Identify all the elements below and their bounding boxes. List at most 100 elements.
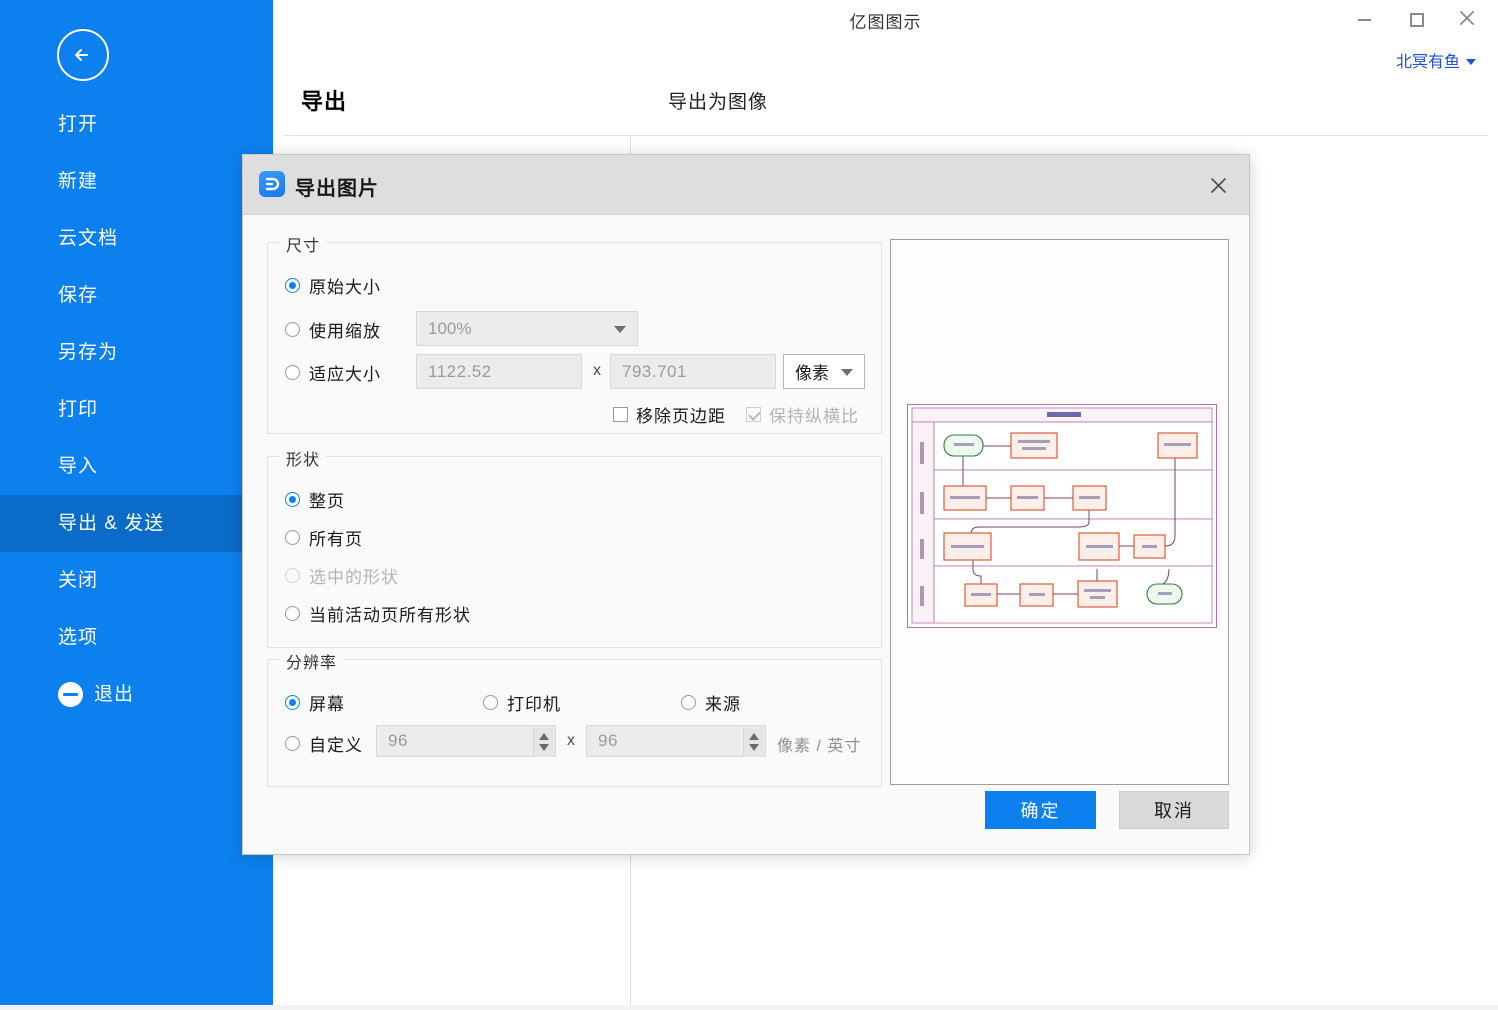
sidebar-item-print[interactable]: 打印 bbox=[0, 381, 273, 438]
ok-button[interactable]: 确定 bbox=[985, 791, 1096, 829]
shape-fieldset: 形状 整页 所有页 选中的形状 当前活动页所有形状 bbox=[267, 446, 882, 648]
radio-active-page-shapes-label: 当前活动页所有形状 bbox=[309, 606, 471, 625]
close-icon bbox=[1459, 10, 1475, 31]
export-image-dialog: 导出图片 尺寸 原始大小 使用缩放 100% 适应大小 1122.52 x 79… bbox=[242, 154, 1250, 855]
stepper-up-icon bbox=[539, 733, 549, 740]
radio-indicator bbox=[285, 568, 300, 583]
radio-indicator bbox=[285, 278, 300, 293]
backstage-sidebar: 打开 新建 云文档 保存 另存为 打印 导入 导出 & 发送 关闭 选项 退出 bbox=[0, 0, 273, 1005]
cancel-button[interactable]: 取消 bbox=[1119, 791, 1229, 829]
checkbox-indicator bbox=[746, 407, 761, 422]
sidebar-item-exit-label: 退出 bbox=[94, 684, 135, 705]
stepper-down-icon bbox=[749, 744, 759, 751]
sidebar-item-close[interactable]: 关闭 bbox=[0, 552, 273, 609]
dialog-title: 导出图片 bbox=[295, 178, 379, 200]
dpi-y-input-value: 96 bbox=[598, 731, 618, 750]
sidebar-item-new[interactable]: 新建 bbox=[0, 153, 273, 210]
minimize-button[interactable] bbox=[1341, 0, 1387, 40]
export-page-header: 导出 导出为图像 bbox=[273, 72, 1498, 135]
radio-printer-label: 打印机 bbox=[507, 695, 561, 714]
radio-whole-page[interactable]: 整页 bbox=[285, 487, 345, 512]
radio-fit-size[interactable]: 适应大小 bbox=[285, 360, 381, 385]
sidebar-item-save-as[interactable]: 另存为 bbox=[0, 324, 273, 381]
window-close-button[interactable] bbox=[1444, 0, 1490, 40]
radio-indicator bbox=[285, 322, 300, 337]
chevron-down-icon bbox=[1466, 59, 1476, 65]
close-icon bbox=[1210, 177, 1226, 193]
dpi-y-stepper[interactable] bbox=[743, 727, 764, 757]
chevron-down-icon bbox=[614, 325, 626, 333]
app-logo-icon bbox=[259, 171, 285, 197]
preview-panel bbox=[890, 239, 1229, 785]
dpi-y-input[interactable]: 96 bbox=[586, 725, 766, 757]
resolution-legend: 分辨率 bbox=[280, 649, 344, 673]
radio-all-pages[interactable]: 所有页 bbox=[285, 525, 363, 550]
radio-original-size[interactable]: 原始大小 bbox=[285, 273, 381, 298]
dpi-separator: x bbox=[567, 732, 575, 749]
back-button[interactable] bbox=[57, 29, 109, 81]
radio-source[interactable]: 来源 bbox=[681, 690, 741, 715]
scale-dropdown-value: 100% bbox=[428, 318, 472, 338]
dpi-x-input[interactable]: 96 bbox=[376, 725, 556, 757]
dimension-separator: x bbox=[593, 362, 601, 379]
page-title: 导出 bbox=[301, 89, 348, 114]
scale-dropdown[interactable]: 100% bbox=[416, 311, 638, 346]
width-input[interactable]: 1122.52 bbox=[416, 354, 582, 389]
sidebar-item-options[interactable]: 选项 bbox=[0, 609, 273, 666]
radio-indicator bbox=[285, 365, 300, 380]
window-title: 亿图图示 bbox=[849, 13, 922, 32]
radio-printer[interactable]: 打印机 bbox=[483, 690, 561, 715]
sidebar-item-save[interactable]: 保存 bbox=[0, 267, 273, 324]
radio-active-page-shapes[interactable]: 当前活动页所有形状 bbox=[285, 601, 471, 626]
maximize-button[interactable] bbox=[1394, 0, 1440, 40]
height-input-value: 793.701 bbox=[622, 361, 687, 381]
checkbox-remove-margin[interactable]: 移除页边距 bbox=[613, 402, 726, 427]
radio-selected-shapes: 选中的形状 bbox=[285, 563, 399, 588]
radio-selected-shapes-label: 选中的形状 bbox=[309, 568, 399, 587]
exit-circle-icon bbox=[58, 682, 83, 707]
checkbox-keep-aspect-ratio-label: 保持纵横比 bbox=[769, 407, 859, 426]
account-menu[interactable]: 北冥有鱼 bbox=[1396, 48, 1476, 72]
dialog-titlebar: 导出图片 bbox=[243, 155, 1249, 215]
flowchart-thumbnail-svg bbox=[907, 404, 1217, 628]
stepper-down-icon bbox=[539, 744, 549, 751]
radio-custom-dpi-label: 自定义 bbox=[309, 736, 363, 755]
radio-use-scale[interactable]: 使用缩放 bbox=[285, 317, 381, 342]
diagram-thumbnail bbox=[907, 404, 1217, 628]
sidebar-item-open[interactable]: 打开 bbox=[0, 96, 273, 153]
size-legend: 尺寸 bbox=[280, 232, 327, 256]
dialog-close-button[interactable] bbox=[1201, 168, 1235, 202]
radio-indicator bbox=[483, 695, 498, 710]
radio-indicator bbox=[681, 695, 696, 710]
radio-source-label: 来源 bbox=[705, 695, 741, 714]
radio-fit-size-label: 适应大小 bbox=[309, 365, 381, 384]
account-name: 北冥有鱼 bbox=[1395, 54, 1460, 71]
height-input[interactable]: 793.701 bbox=[610, 354, 776, 389]
sidebar-item-cloud-docs[interactable]: 云文档 bbox=[0, 210, 273, 267]
size-fieldset: 尺寸 原始大小 使用缩放 100% 适应大小 1122.52 x 793.701… bbox=[267, 232, 882, 434]
chevron-down-icon bbox=[841, 368, 853, 376]
sidebar-item-export-send[interactable]: 导出 & 发送 bbox=[0, 495, 273, 552]
radio-original-size-label: 原始大小 bbox=[309, 278, 381, 297]
radio-custom-dpi[interactable]: 自定义 bbox=[285, 731, 363, 756]
radio-screen[interactable]: 屏幕 bbox=[285, 690, 345, 715]
maximize-icon bbox=[1410, 13, 1424, 27]
radio-indicator bbox=[285, 530, 300, 545]
minimize-icon bbox=[1357, 19, 1371, 21]
radio-indicator bbox=[285, 492, 300, 507]
sidebar-item-exit[interactable]: 退出 bbox=[0, 666, 273, 723]
sidebar-nav-list: 打开 新建 云文档 保存 另存为 打印 导入 导出 & 发送 关闭 选项 退出 bbox=[0, 96, 273, 723]
radio-whole-page-label: 整页 bbox=[309, 492, 345, 511]
radio-indicator bbox=[285, 695, 300, 710]
dpi-x-stepper[interactable] bbox=[533, 727, 554, 757]
checkbox-remove-margin-label: 移除页边距 bbox=[636, 407, 726, 426]
sidebar-item-import[interactable]: 导入 bbox=[0, 438, 273, 495]
dpi-unit-label: 像素 / 英寸 bbox=[777, 738, 862, 755]
checkbox-keep-aspect-ratio: 保持纵横比 bbox=[746, 402, 859, 427]
unit-dropdown[interactable]: 像素 bbox=[783, 354, 865, 389]
window-titlebar: 亿图图示 bbox=[273, 0, 1498, 46]
radio-screen-label: 屏幕 bbox=[309, 695, 345, 714]
unit-dropdown-value: 像素 bbox=[795, 364, 829, 383]
header-divider bbox=[283, 135, 1488, 136]
radio-indicator bbox=[285, 606, 300, 621]
